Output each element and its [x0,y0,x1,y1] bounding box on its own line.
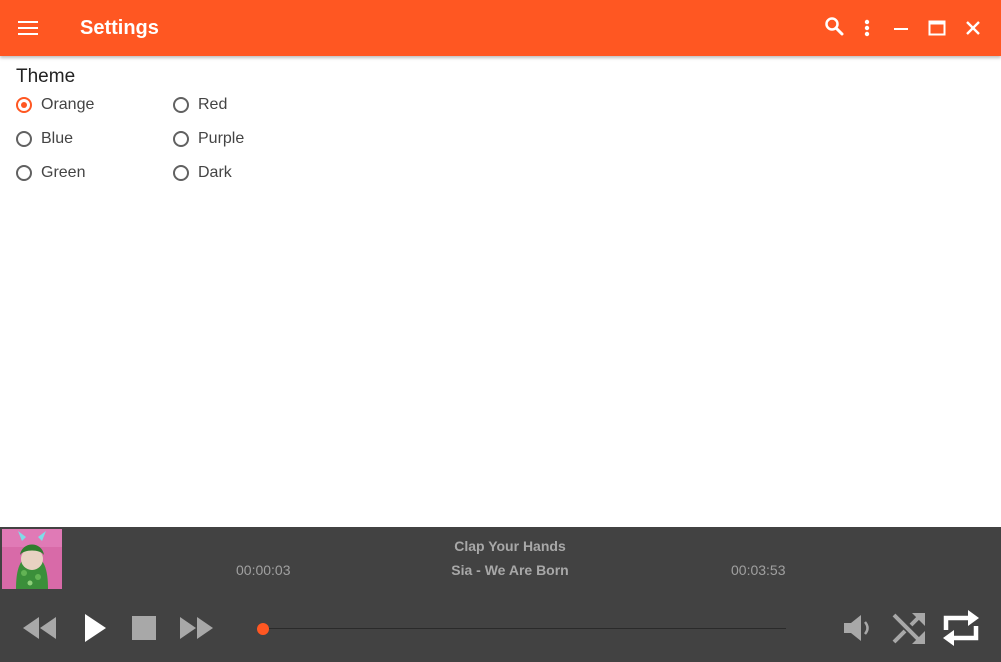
radio-unchecked-icon [16,131,32,147]
volume-icon[interactable] [840,611,874,645]
music-player-bar: Clap Your Hands Sia - We Are Born 00:00:… [0,527,1001,662]
theme-option-label: Dark [198,164,232,181]
track-title: Clap Your Hands [454,538,566,554]
radio-unchecked-icon [173,97,189,113]
theme-heading: Theme [16,66,76,87]
settings-content: Theme Orange Red Blue Purple Green Dark [0,56,1001,527]
radio-unchecked-icon [173,165,189,181]
theme-option-dark[interactable]: Dark [173,164,232,182]
theme-option-label: Purple [198,130,245,147]
radio-checked-icon [16,97,32,113]
theme-option-label: Blue [41,130,74,147]
minimize-icon[interactable] [887,14,915,42]
more-vert-icon[interactable] [853,14,881,42]
stop-icon[interactable] [128,613,160,643]
total-duration: 00:03:53 [731,562,786,578]
radio-unchecked-icon [16,165,32,181]
theme-option-orange[interactable]: Orange [16,96,94,114]
search-icon[interactable] [820,12,848,40]
album-art [2,529,62,589]
theme-option-label: Red [198,96,228,113]
hamburger-menu-icon[interactable] [14,14,42,42]
page-title: Settings [80,17,159,39]
progress-track[interactable] [263,628,786,629]
theme-option-label: Green [41,164,86,181]
theme-option-green[interactable]: Green [16,164,85,182]
rewind-icon[interactable] [20,613,58,643]
radio-unchecked-icon [173,131,189,147]
theme-option-red[interactable]: Red [173,96,227,114]
maximize-icon[interactable] [923,14,951,42]
repeat-icon[interactable] [941,607,981,649]
fast-forward-icon[interactable] [178,613,216,643]
elapsed-time: 00:00:03 [236,562,291,578]
play-icon[interactable] [80,611,110,645]
track-artist: Sia - We Are Born [451,562,569,578]
theme-option-label: Orange [41,96,95,113]
app-bar: Settings [0,0,1001,56]
close-icon[interactable] [959,14,987,42]
theme-option-blue[interactable]: Blue [16,130,73,148]
shuffle-icon[interactable] [890,609,928,647]
theme-option-purple[interactable]: Purple [173,130,244,148]
progress-handle[interactable] [257,623,269,635]
